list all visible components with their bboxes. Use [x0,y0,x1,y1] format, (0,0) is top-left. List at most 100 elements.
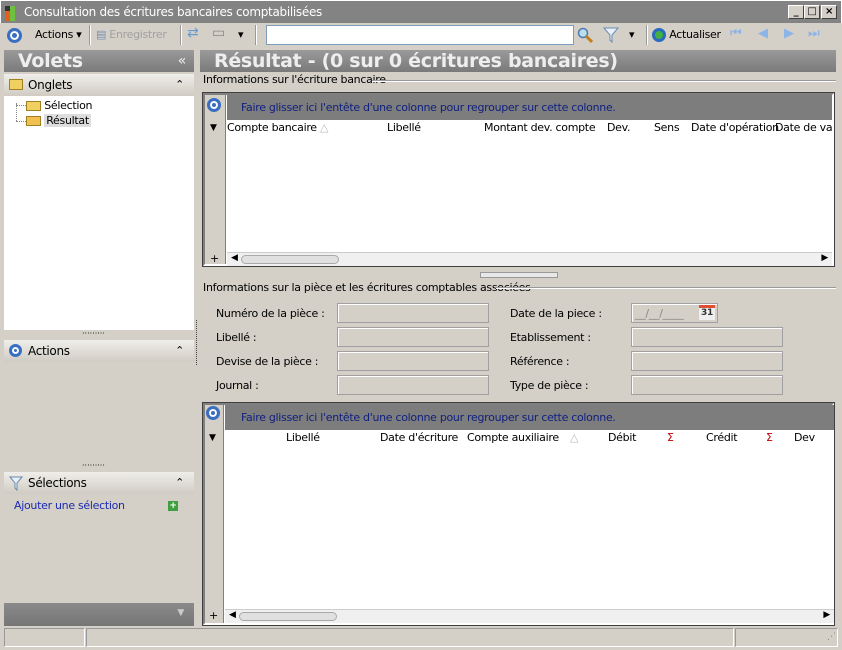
next-page-icon[interactable]: ▶ [784,26,794,41]
resize-grip-icon[interactable]: ⋰ [827,632,836,642]
column-header[interactable]: Compte auxiliaire △ [467,431,579,444]
last-page-icon[interactable]: ⏭ [808,26,820,41]
sum-icon[interactable]: Σ [667,431,674,444]
refresh-button[interactable]: Actualiser [652,28,721,42]
actions-icon [9,344,22,357]
selections-panel-header[interactable]: Sélections ⌃ [4,472,194,494]
window-title: Consultation des écritures bancaires com… [24,5,322,19]
status-bar: ⋰ [2,628,840,648]
reference-field[interactable] [631,351,783,371]
grid-options-icon[interactable] [207,98,221,112]
panes-title: Volets [18,50,83,72]
search-input[interactable] [266,25,574,45]
column-header[interactable]: Dev. [607,121,631,134]
result-title: Résultat - (0 sur 0 écritures bancaires) [214,50,618,72]
currency-label: Devise de la pièce : [216,355,319,368]
piece-section-label: Informations sur la pièce et les écritur… [203,281,534,294]
collapse-chevron-icon[interactable]: ⌃ [175,340,184,362]
row-menu-icon[interactable]: ▼ [209,433,216,443]
accounting-entries-grid: Faire glisser ici l'entête d'une colonne… [202,402,835,626]
journal-label: Journal : [216,379,259,392]
column-header[interactable]: Sens [654,121,680,134]
horizontal-scrollbar[interactable]: ◀ ▶ [227,252,832,266]
folder-icon [9,79,23,90]
piece-type-label: Type de pièce : [510,379,589,392]
collapse-panes-button[interactable]: « [178,50,187,72]
expand-icon[interactable]: + [210,252,219,265]
column-header[interactable]: Dev [794,431,815,444]
tree-item-resultat[interactable]: Résultat [26,114,91,127]
establishment-label: Etablissement : [510,331,591,344]
filter-icon[interactable] [603,27,619,43]
establishment-field[interactable] [631,327,783,347]
title-bar: Consultation des écritures bancaires com… [0,0,842,23]
row-menu-icon[interactable]: ▼ [210,123,217,133]
currency-field[interactable] [337,351,489,371]
chevron-down-icon[interactable]: ▼ [177,608,184,618]
column-header[interactable]: Compte bancaire △ [227,121,328,134]
splitter-handle[interactable]: ········· [82,461,105,470]
panes-header: Volets « [4,50,194,72]
collapse-chevron-icon[interactable]: ⌃ [175,472,184,494]
previous-page-icon[interactable]: ◀ [758,26,768,41]
column-header[interactable]: Montant dev. compte [484,121,596,134]
minimize-button[interactable]: _ [788,5,804,19]
horizontal-scrollbar[interactable]: ◀ ▶ [225,609,834,623]
column-header[interactable]: Libellé [286,431,320,444]
maximize-button[interactable]: □ [804,5,820,19]
piece-type-field[interactable] [631,375,783,395]
piece-number-field[interactable] [337,303,489,323]
tree-item-selection[interactable]: Sélection [26,99,93,112]
piece-number-label: Numéro de la pièce : [216,307,325,320]
column-header[interactable]: Libellé [387,121,421,134]
panes-overflow-bar[interactable]: ▼ [4,603,194,626]
calendar-icon[interactable]: 31 [699,305,715,320]
column-header[interactable]: Date de valeur [775,121,832,134]
first-page-icon[interactable]: ⏮ [730,26,742,41]
scroll-thumb[interactable] [241,255,339,264]
journal-field[interactable] [337,375,489,395]
section-splitter[interactable] [480,272,558,278]
group-by-area[interactable]: Faire glisser ici l'entête d'une colonne… [225,405,834,430]
column-header[interactable]: Date d'écriture [380,431,458,444]
date-label: Date de la piece : [510,307,602,320]
refresh-icon [652,28,666,42]
column-header[interactable]: Crédit [706,431,738,444]
splitter-handle[interactable]: ········· [82,329,105,338]
toolbar: Actions ▾ ▤ Enregistrer ⇄ ▭ ▾ ▾ Actualis… [2,23,840,48]
add-icon[interactable]: + [168,501,178,511]
vertical-splitter[interactable] [196,320,197,365]
tabs-panel-header[interactable]: Onglets ⌃ [4,74,194,96]
sum-icon[interactable]: Σ [766,431,773,444]
collapse-chevron-icon[interactable]: ⌃ [175,74,184,96]
print-dropdown-icon[interactable]: ▾ [238,28,244,41]
search-icon[interactable] [577,27,593,43]
add-selection-link[interactable]: Ajouter une sélection [14,499,125,512]
filter-dropdown-icon[interactable]: ▾ [629,28,635,41]
label-field[interactable] [337,327,489,347]
open-folder-icon [26,116,41,126]
actions-menu[interactable]: Actions ▾ [35,28,82,41]
reference-label: Référence : [510,355,570,368]
column-header[interactable]: Débit [608,431,636,444]
label-label: Libellé : [216,331,257,344]
expand-icon[interactable]: + [209,609,218,622]
bank-entries-grid: Faire glisser ici l'entête d'une colonne… [202,92,835,267]
actions-panel-header[interactable]: Actions ⌃ [4,340,194,362]
column-header-row: Libellé Date d'écriture Compte auxiliair… [225,431,834,448]
tabs-tree: Sélection Résultat [4,96,194,330]
column-header[interactable]: Date d'opération [691,121,779,134]
folder-icon [26,101,41,111]
column-header-row: Compte bancaire △ Libellé Montant dev. c… [227,121,832,138]
actions-icon [7,28,22,43]
scroll-thumb[interactable] [239,612,337,621]
result-header: Résultat - (0 sur 0 écritures bancaires) [200,50,836,72]
grid-options-icon[interactable] [206,406,220,420]
save-icon: ▤ [96,28,107,41]
bank-section-label: Informations sur l'écriture bancaire [203,73,390,86]
group-by-area[interactable]: Faire glisser ici l'entête d'une colonne… [227,95,832,120]
print-icon[interactable]: ▭ [212,25,225,41]
save-button[interactable]: ▤ Enregistrer [96,28,167,41]
close-button[interactable]: × [821,5,837,19]
sync-icon[interactable]: ⇄ [187,25,199,41]
